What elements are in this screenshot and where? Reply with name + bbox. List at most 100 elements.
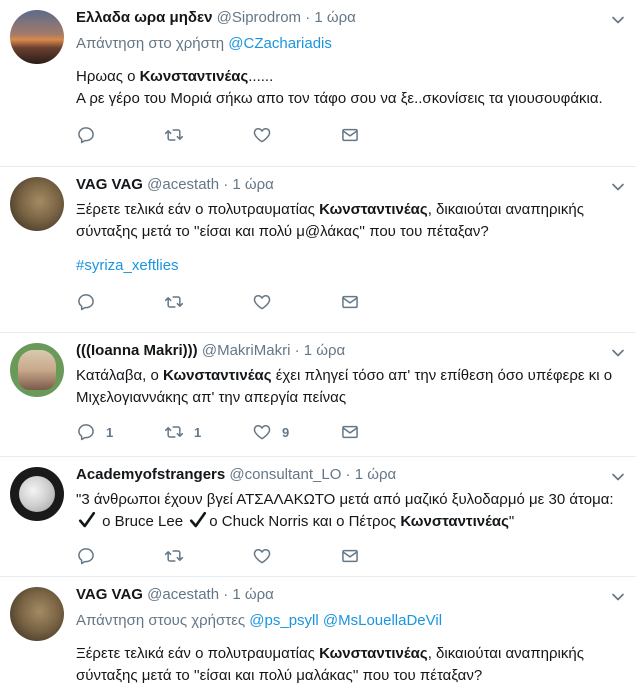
display-name[interactable]: VAG VAG: [76, 586, 143, 603]
retweet-icon: [164, 546, 184, 566]
like-icon: [252, 422, 272, 442]
direct-message-icon: [340, 125, 360, 145]
highlighted-term: Κωνσταντινέας: [319, 201, 428, 218]
text-segment: ......: [248, 68, 274, 85]
reply-icon: [76, 125, 96, 145]
tweet-header: VAG VAG @acestath · 1 ώρα: [76, 585, 624, 605]
reply-prefix: Απάντηση στο χρήστη: [76, 35, 225, 52]
reply-to-link[interactable]: @CZachariadis: [228, 35, 332, 52]
tweet[interactable]: VAG VAG @acestath · 1 ώρα Απάντηση στους…: [0, 577, 636, 694]
reply-button[interactable]: [76, 546, 164, 566]
reply-to-link[interactable]: @ps_psyll: [249, 612, 318, 629]
text-segment: ": [508, 513, 515, 530]
avatar[interactable]: [10, 467, 64, 521]
reply-button[interactable]: [76, 292, 164, 312]
like-button[interactable]: [252, 125, 340, 145]
reply-icon: [76, 546, 96, 566]
separator: ·: [223, 176, 229, 193]
timestamp[interactable]: 1 ώρα: [232, 586, 273, 603]
direct-message-icon: [340, 546, 360, 566]
check-mark-icon: [78, 511, 96, 529]
tweet-text: Ηρωας ο Κωνσταντινέας...... Α ρε γέρο το…: [76, 66, 624, 110]
reply-count: 1: [106, 424, 114, 440]
tweet[interactable]: (((Ioanna Makri))) @MakriMakri · 1 ώρα Κ…: [0, 333, 636, 457]
retweet-icon: [164, 125, 184, 145]
caret-down-icon[interactable]: [608, 467, 628, 487]
highlighted-term: Κωνσταντινέας: [319, 645, 428, 662]
direct-message-icon: [340, 292, 360, 312]
text-segment: "3 άνθρωποι έχουν βγεί ΑΤΣΑΛΑΚΩΤΟ μετά α…: [76, 491, 614, 508]
tweet-text: Ξέρετε τελικά εάν ο πολυτραυματίας Κωνστ…: [76, 199, 624, 243]
avatar[interactable]: [10, 10, 64, 64]
check-mark-icon: [189, 511, 207, 529]
tweet-actions: [76, 124, 624, 146]
reply-icon: [76, 422, 96, 442]
display-name[interactable]: Ελλαδα ωρα μηδεν: [76, 9, 212, 26]
user-handle[interactable]: @acestath: [147, 586, 219, 603]
like-count: 9: [282, 424, 290, 440]
display-name[interactable]: VAG VAG: [76, 176, 143, 193]
direct-message-button[interactable]: [340, 292, 428, 312]
like-button[interactable]: 9: [252, 422, 340, 442]
text-segment: Ηρωας ο: [76, 68, 140, 85]
separator: ·: [305, 9, 311, 26]
avatar[interactable]: [10, 177, 64, 231]
text-segment: Ξέρετε τελικά εάν ο πολυτραυματίας: [76, 645, 320, 662]
tweet-text: Ξέρετε τελικά εάν ο πολυτραυματίας Κωνστ…: [76, 643, 624, 687]
reply-to-link[interactable]: @MsLouellaDeVil: [323, 612, 442, 629]
user-handle[interactable]: @Siprodrom: [217, 9, 301, 26]
reply-button[interactable]: [76, 125, 164, 145]
highlighted-term: Κωνσταντινέας: [400, 513, 509, 530]
text-segment: ο Bruce Lee: [98, 513, 188, 530]
caret-down-icon[interactable]: [608, 343, 628, 363]
like-icon: [252, 546, 272, 566]
avatar[interactable]: [10, 343, 64, 397]
like-button[interactable]: [252, 292, 340, 312]
like-icon: [252, 125, 272, 145]
tweet-header: VAG VAG @acestath · 1 ώρα: [76, 175, 624, 195]
tweet-actions: [76, 291, 624, 313]
separator: ·: [345, 466, 351, 483]
retweet-button[interactable]: [164, 546, 252, 566]
timestamp[interactable]: 1 ώρα: [314, 9, 355, 26]
timestamp[interactable]: 1 ώρα: [232, 176, 273, 193]
caret-down-icon[interactable]: [608, 587, 628, 607]
tweet[interactable]: Academyofstrangers @consultant_LO · 1 ώρ…: [0, 457, 636, 577]
text-segment: ο Chuck Norris και ο Πέτρος: [209, 513, 401, 530]
tweet-actions: 1 1 9: [76, 421, 624, 443]
timestamp[interactable]: 1 ώρα: [304, 342, 345, 359]
tweet[interactable]: VAG VAG @acestath · 1 ώρα Ξέρετε τελικά …: [0, 167, 636, 333]
like-icon: [252, 292, 272, 312]
reply-prefix: Απάντηση στους χρήστες: [76, 612, 246, 629]
tweet-text: "3 άνθρωποι έχουν βγεί ΑΤΣΑΛΑΚΩΤΟ μετά α…: [76, 489, 624, 533]
direct-message-icon: [340, 422, 360, 442]
separator: ·: [223, 586, 229, 603]
avatar[interactable]: [10, 587, 64, 641]
reply-button[interactable]: 1: [76, 422, 164, 442]
retweet-button[interactable]: [164, 125, 252, 145]
timestamp[interactable]: 1 ώρα: [355, 466, 396, 483]
caret-down-icon[interactable]: [608, 10, 628, 30]
direct-message-button[interactable]: [340, 546, 428, 566]
text-segment: Κατάλαβα, ο: [76, 367, 163, 384]
hashtag-link[interactable]: #syriza_xeftlies: [76, 255, 624, 277]
highlighted-term: Κωνσταντινέας: [139, 68, 249, 85]
like-button[interactable]: [252, 546, 340, 566]
user-handle[interactable]: @MakriMakri: [202, 342, 291, 359]
display-name[interactable]: (((Ioanna Makri))): [76, 342, 198, 359]
highlighted-term: Κωνσταντινέας: [162, 367, 272, 384]
caret-down-icon[interactable]: [608, 177, 628, 197]
user-handle[interactable]: @consultant_LO: [229, 466, 341, 483]
display-name[interactable]: Academyofstrangers: [76, 466, 225, 483]
retweet-count: 1: [194, 424, 202, 440]
retweet-button[interactable]: 1: [164, 422, 252, 442]
retweet-button[interactable]: [164, 292, 252, 312]
tweet[interactable]: Ελλαδα ωρα μηδεν @Siprodrom · 1 ώρα Απάν…: [0, 0, 636, 167]
user-handle[interactable]: @acestath: [147, 176, 219, 193]
tweet-text: Κατάλαβα, ο Κωνσταντινέας έχει πληγεί τό…: [76, 365, 624, 409]
direct-message-button[interactable]: [340, 125, 428, 145]
reply-context: Απάντηση στο χρήστη @CZachariadis: [76, 34, 624, 54]
retweet-icon: [164, 422, 184, 442]
retweet-icon: [164, 292, 184, 312]
direct-message-button[interactable]: [340, 422, 428, 442]
